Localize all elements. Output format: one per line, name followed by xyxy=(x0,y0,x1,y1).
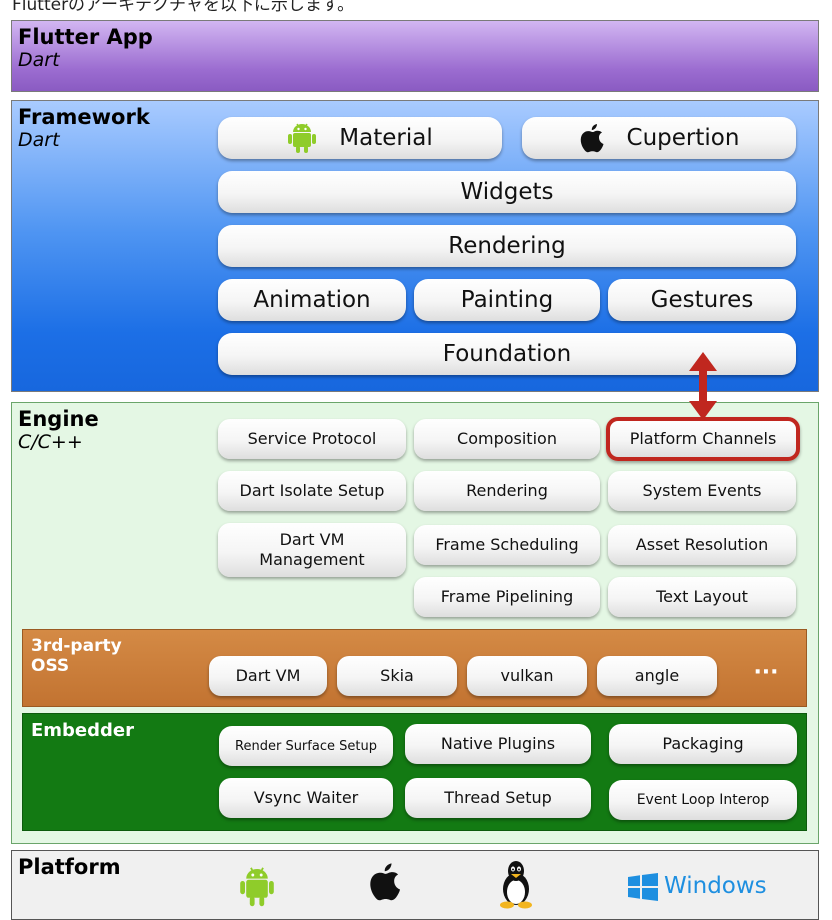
android-icon xyxy=(287,122,317,154)
frame-pipelining-module: Frame Pipelining xyxy=(414,577,600,617)
bidirectional-arrow-icon xyxy=(689,352,717,420)
packaging-module: Packaging xyxy=(609,724,797,764)
oss-skia: Skia xyxy=(337,656,457,696)
platform-layer: Platform Windows xyxy=(11,850,819,920)
composition-module: Composition xyxy=(414,419,600,459)
embedder-title: Embedder xyxy=(31,720,134,741)
vsync-waiter-module: Vsync Waiter xyxy=(219,778,393,818)
oss-vulkan: vulkan xyxy=(467,656,587,696)
oss-title-line2: OSS xyxy=(31,656,70,676)
engine-layer: Engine C/C++ Service Protocol Compositio… xyxy=(11,402,819,844)
engine-title: Engine xyxy=(18,407,99,431)
material-module: Material xyxy=(218,117,502,159)
text-layout-module: Text Layout xyxy=(608,577,796,617)
event-loop-interop-module: Event Loop Interop xyxy=(609,780,797,820)
widgets-module: Widgets xyxy=(218,171,796,213)
engine-language: C/C++ xyxy=(18,431,83,453)
platform-channels-module: Platform Channels xyxy=(606,417,800,461)
dart-vm-management-module: Dart VM Management xyxy=(218,523,406,577)
dart-vm-management-line1: Dart VM xyxy=(279,530,345,549)
flutter-app-title: Flutter App xyxy=(18,25,153,49)
oss-angle: angle xyxy=(597,656,717,696)
page-caption: Flutterのアーキテクチャを以下に示します。 xyxy=(12,0,355,15)
cupertino-label: Cupertion xyxy=(626,125,740,151)
service-protocol-module: Service Protocol xyxy=(218,419,406,459)
dart-isolate-setup-module: Dart Isolate Setup xyxy=(218,471,406,511)
thread-setup-module: Thread Setup xyxy=(405,778,591,818)
framework-title: Framework xyxy=(18,105,150,129)
windows-logo-icon xyxy=(628,873,658,901)
flutter-app-language: Dart xyxy=(18,49,60,71)
oss-title: 3rd-party OSS xyxy=(31,636,122,676)
framework-language: Dart xyxy=(18,129,60,151)
oss-title-line1: 3rd-party xyxy=(31,636,122,656)
platform-title: Platform xyxy=(18,855,121,879)
engine-rendering-module: Rendering xyxy=(414,471,600,511)
gestures-module: Gestures xyxy=(608,279,796,321)
dart-vm-management-line2: Management xyxy=(259,550,365,569)
oss-layer: 3rd-party OSS Dart VM Skia vulkan angle … xyxy=(22,629,807,707)
animation-module: Animation xyxy=(218,279,406,321)
android-icon xyxy=(240,867,274,907)
native-plugins-module: Native Plugins xyxy=(405,724,591,764)
asset-resolution-module: Asset Resolution xyxy=(608,525,796,565)
oss-dart-vm: Dart VM xyxy=(209,656,327,696)
system-events-module: System Events xyxy=(608,471,796,511)
windows-label: Windows xyxy=(664,873,767,899)
painting-module: Painting xyxy=(414,279,600,321)
frame-scheduling-module: Frame Scheduling xyxy=(414,525,600,565)
flutter-app-layer: Flutter App Dart xyxy=(11,20,819,92)
apple-icon xyxy=(370,863,401,901)
oss-more-ellipsis: ··· xyxy=(753,660,779,685)
rendering-module: Rendering xyxy=(218,225,796,267)
linux-tux-icon xyxy=(500,861,532,909)
cupertino-module: Cupertion xyxy=(522,117,796,159)
framework-layer: Framework Dart Material Cupertion Widget… xyxy=(11,100,819,392)
material-label: Material xyxy=(339,125,433,151)
apple-icon xyxy=(579,123,605,153)
embedder-layer: Embedder Render Surface Setup Native Plu… xyxy=(22,713,807,831)
render-surface-setup-module: Render Surface Setup xyxy=(219,726,393,766)
